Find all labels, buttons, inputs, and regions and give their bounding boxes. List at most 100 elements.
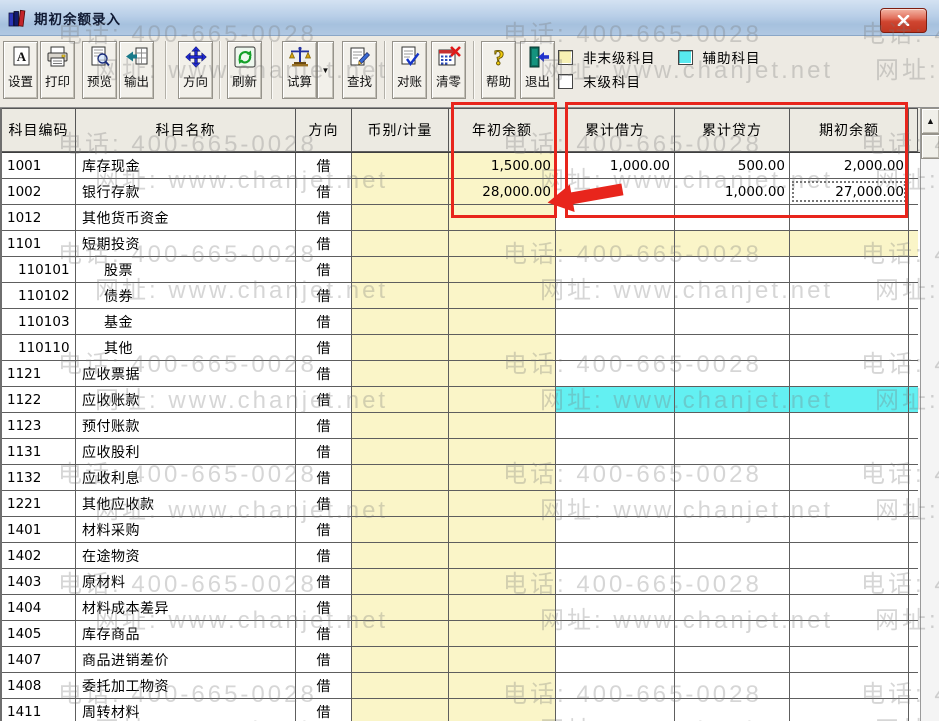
account-name-cell[interactable]: 应收账款: [76, 387, 296, 413]
account-code-cell[interactable]: 110110: [2, 335, 76, 361]
find-button[interactable]: 查找: [342, 41, 377, 99]
currency-measure-cell[interactable]: [352, 231, 449, 257]
cumulative-debit-cell[interactable]: [556, 699, 675, 721]
table-row[interactable]: 1122 应收账款 借: [2, 387, 920, 413]
initial-balance-cell[interactable]: [790, 491, 909, 517]
currency-measure-cell[interactable]: [352, 257, 449, 283]
cumulative-debit-cell[interactable]: [556, 179, 675, 205]
direction-cell[interactable]: 借: [296, 647, 352, 673]
account-code-cell[interactable]: 1401: [2, 517, 76, 543]
initial-balance-cell[interactable]: [790, 543, 909, 569]
table-row[interactable]: 110102 债券 借: [2, 283, 920, 309]
direction-cell[interactable]: 借: [296, 517, 352, 543]
initial-balance-cell[interactable]: [790, 361, 909, 387]
opening-balance-cell[interactable]: [449, 465, 556, 491]
cumulative-credit-cell[interactable]: [675, 335, 790, 361]
opening-balance-cell[interactable]: 1,500.00: [449, 153, 556, 179]
clear-zero-button[interactable]: 清零: [431, 41, 466, 99]
initial-balance-cell[interactable]: [790, 595, 909, 621]
table-row[interactable]: 1121 应收票据 借: [2, 361, 920, 387]
initial-balance-cell[interactable]: [790, 387, 909, 413]
initial-balance-cell[interactable]: [790, 309, 909, 335]
account-code-cell[interactable]: 1131: [2, 439, 76, 465]
initial-balance-cell[interactable]: [790, 413, 909, 439]
opening-balance-cell[interactable]: [449, 361, 556, 387]
table-row[interactable]: 110110 其他 借: [2, 335, 920, 361]
account-code-cell[interactable]: 1404: [2, 595, 76, 621]
direction-cell[interactable]: 借: [296, 179, 352, 205]
account-name-cell[interactable]: 商品进销差价: [76, 647, 296, 673]
account-name-cell[interactable]: 应收利息: [76, 465, 296, 491]
initial-balance-cell[interactable]: [790, 231, 909, 257]
account-name-cell[interactable]: 预付账款: [76, 413, 296, 439]
cumulative-debit-cell[interactable]: [556, 387, 675, 413]
cumulative-credit-cell[interactable]: [675, 283, 790, 309]
cumulative-credit-cell[interactable]: [675, 465, 790, 491]
help-button[interactable]: ? 帮助: [481, 41, 516, 99]
cumulative-credit-cell[interactable]: [675, 517, 790, 543]
direction-cell[interactable]: 借: [296, 283, 352, 309]
currency-measure-cell[interactable]: [352, 543, 449, 569]
opening-balance-cell[interactable]: [449, 413, 556, 439]
table-row[interactable]: 1002 银行存款 借 28,000.00 1,000.00 27,000.00: [2, 179, 920, 205]
cumulative-credit-cell[interactable]: [675, 231, 790, 257]
cumulative-credit-cell[interactable]: [675, 647, 790, 673]
direction-cell[interactable]: 借: [296, 543, 352, 569]
account-name-cell[interactable]: 原材料: [76, 569, 296, 595]
initial-balance-cell[interactable]: 27,000.00: [790, 179, 909, 205]
account-code-cell[interactable]: 1101: [2, 231, 76, 257]
cumulative-debit-cell[interactable]: [556, 569, 675, 595]
account-code-cell[interactable]: 1001: [2, 153, 76, 179]
table-row[interactable]: 1221 其他应收款 借: [2, 491, 920, 517]
cumulative-debit-cell[interactable]: [556, 283, 675, 309]
cumulative-credit-cell[interactable]: [675, 673, 790, 699]
opening-balance-cell[interactable]: [449, 205, 556, 231]
currency-measure-cell[interactable]: [352, 569, 449, 595]
account-name-cell[interactable]: 股票: [76, 257, 296, 283]
table-row[interactable]: 1123 预付账款 借: [2, 413, 920, 439]
account-name-cell[interactable]: 其他应收款: [76, 491, 296, 517]
currency-measure-cell[interactable]: [352, 465, 449, 491]
account-code-cell[interactable]: 1002: [2, 179, 76, 205]
currency-measure-cell[interactable]: [352, 517, 449, 543]
reconcile-button[interactable]: 对账: [392, 41, 427, 99]
account-code-cell[interactable]: 1405: [2, 621, 76, 647]
account-code-cell[interactable]: 1408: [2, 673, 76, 699]
table-row[interactable]: 1408 委托加工物资 借: [2, 673, 920, 699]
cumulative-debit-cell[interactable]: [556, 647, 675, 673]
cumulative-debit-cell[interactable]: [556, 517, 675, 543]
initial-balance-cell[interactable]: [790, 569, 909, 595]
cumulative-credit-cell[interactable]: [675, 491, 790, 517]
preview-button[interactable]: 预览: [82, 41, 117, 99]
account-code-cell[interactable]: 110102: [2, 283, 76, 309]
opening-balance-cell[interactable]: 28,000.00: [449, 179, 556, 205]
table-row[interactable]: 1001 库存现金 借 1,500.00 1,000.00 500.00 2,0…: [2, 153, 920, 179]
currency-measure-cell[interactable]: [352, 179, 449, 205]
table-row[interactable]: 1411 周转材料 借: [2, 699, 920, 721]
table-row[interactable]: 1401 材料采购 借: [2, 517, 920, 543]
settings-button[interactable]: A 设置: [3, 41, 38, 99]
account-name-cell[interactable]: 应收股利: [76, 439, 296, 465]
currency-measure-cell[interactable]: [352, 413, 449, 439]
direction-cell[interactable]: 借: [296, 673, 352, 699]
account-name-cell[interactable]: 短期投资: [76, 231, 296, 257]
refresh-button[interactable]: 刷新: [227, 41, 262, 99]
table-row[interactable]: 1132 应收利息 借: [2, 465, 920, 491]
cumulative-credit-cell[interactable]: [675, 205, 790, 231]
opening-balance-cell[interactable]: [449, 335, 556, 361]
account-name-cell[interactable]: 材料采购: [76, 517, 296, 543]
currency-measure-cell[interactable]: [352, 491, 449, 517]
cumulative-debit-cell[interactable]: [556, 673, 675, 699]
initial-balance-cell[interactable]: [790, 621, 909, 647]
account-code-cell[interactable]: 1122: [2, 387, 76, 413]
table-row[interactable]: 1405 库存商品 借: [2, 621, 920, 647]
direction-cell[interactable]: 借: [296, 257, 352, 283]
direction-cell[interactable]: 借: [296, 621, 352, 647]
direction-cell[interactable]: 借: [296, 413, 352, 439]
cumulative-debit-cell[interactable]: [556, 465, 675, 491]
opening-balance-cell[interactable]: [449, 439, 556, 465]
cumulative-debit-cell[interactable]: [556, 413, 675, 439]
initial-balance-cell[interactable]: [790, 283, 909, 309]
vertical-scrollbar[interactable]: ▲: [920, 108, 939, 721]
account-name-cell[interactable]: 债券: [76, 283, 296, 309]
